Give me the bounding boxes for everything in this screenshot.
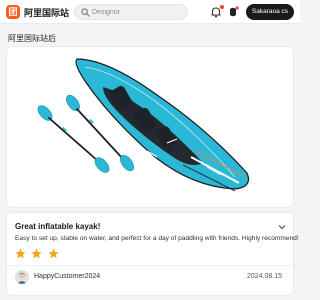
brand-logo[interactable]: 团 [6, 5, 20, 19]
review-date: 2024.08.15 [247, 273, 283, 280]
notification-button[interactable] [209, 5, 224, 19]
top-bar: 团 阿里国际站 Sakaraoa cs [0, 0, 300, 24]
user-icon [230, 6, 239, 17]
search-bar[interactable] [74, 4, 188, 20]
avatar[interactable] [15, 270, 29, 284]
star-icon [48, 248, 59, 259]
chevron-down-icon[interactable] [277, 222, 287, 232]
notification-dot [220, 5, 224, 9]
shop-title: 阿里国际站后 [8, 34, 56, 43]
header-action-button[interactable]: Sakaraoa cs [246, 4, 294, 20]
product-image-card[interactable] [6, 46, 294, 208]
review-body: Easy to set up, stable on water, and per… [15, 235, 299, 242]
review-author[interactable]: HappyCustomer2024 [34, 273, 100, 280]
star-rating [15, 246, 60, 259]
account-button[interactable] [226, 5, 240, 19]
star-icon [15, 248, 26, 259]
review-card: Great inflatable kayak! Easy to set up, … [6, 212, 299, 296]
brand-name[interactable]: 阿里国际站 [24, 6, 69, 19]
review-divider [7, 265, 295, 266]
paddle-1 [37, 105, 110, 173]
avatar-icon [15, 270, 29, 284]
star-icon [31, 248, 43, 259]
search-input[interactable] [92, 6, 184, 18]
review-title: Great inflatable kayak! [15, 222, 101, 231]
search-icon [81, 8, 90, 17]
kayak-product-image [37, 58, 250, 192]
